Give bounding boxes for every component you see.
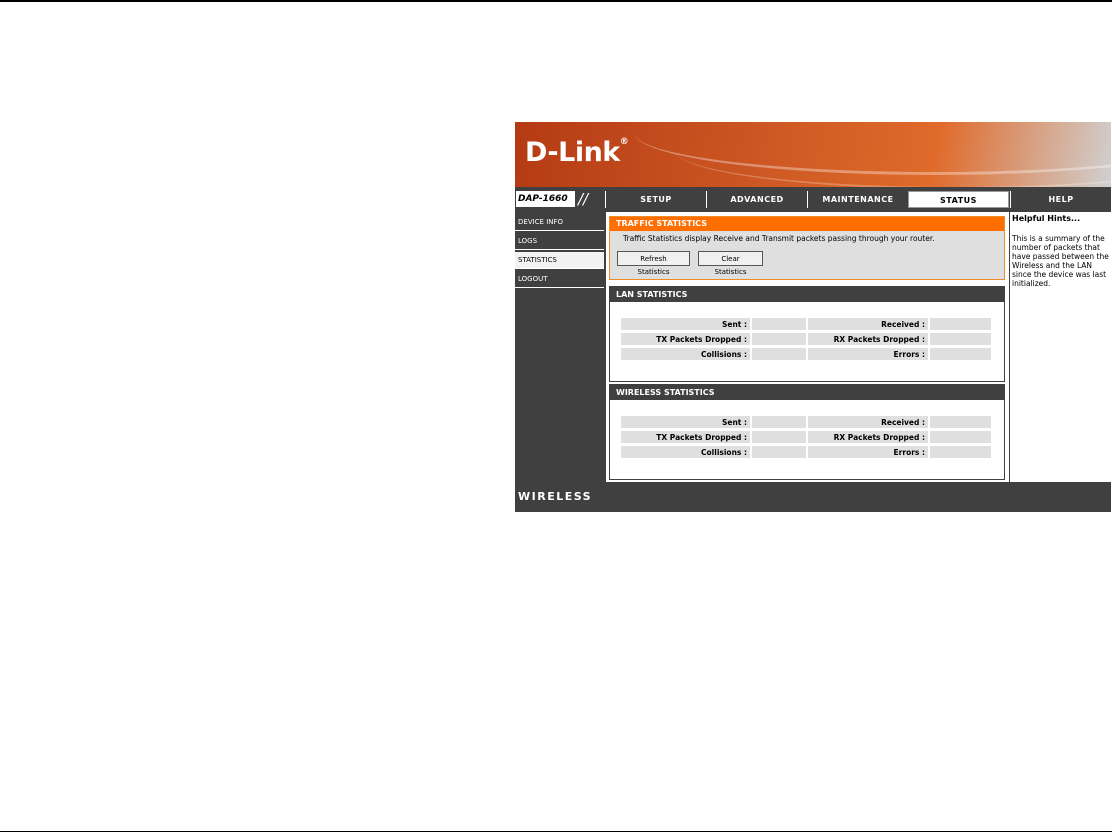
- wireless-statistics-title: WIRELESS STATISTICS: [610, 385, 1004, 400]
- model-name: DAP-1660: [516, 191, 575, 207]
- lan-rx-dropped-value: [929, 332, 992, 346]
- wireless-collisions-label: Collisions :: [620, 445, 751, 459]
- banner-swoosh-2: [675, 122, 1111, 187]
- wireless-sent-label: Sent :: [620, 415, 751, 429]
- traffic-statistics-title: TRAFFIC STATISTICS: [610, 217, 1004, 231]
- lan-collisions-label: Collisions :: [620, 347, 751, 361]
- refresh-statistics-button[interactable]: Refresh Statistics: [617, 251, 690, 276]
- wireless-rx-dropped-value: [929, 430, 992, 444]
- tab-advanced[interactable]: ADVANCED: [706, 191, 807, 208]
- table-row: Sent : Received :: [620, 415, 992, 429]
- wireless-collisions-value: [751, 445, 807, 459]
- logo-text: D-Link: [525, 137, 620, 168]
- wireless-tx-dropped-label: TX Packets Dropped :: [620, 430, 751, 444]
- wireless-errors-value: [929, 445, 992, 459]
- lan-statistics-section: LAN STATISTICS Sent : Received : TX Pack…: [609, 286, 1005, 382]
- registered-mark: ®: [619, 137, 629, 147]
- lan-errors-label: Errors :: [807, 347, 929, 361]
- helpful-hints-panel: Helpful Hints... This is a summary of th…: [1010, 212, 1111, 482]
- wireless-statistics-section: WIRELESS STATISTICS Sent : Received : TX…: [609, 384, 1005, 480]
- sidebar-item-logout[interactable]: LOGOUT: [515, 271, 604, 288]
- sidebar-item-device-info[interactable]: DEVICE INFO: [515, 214, 604, 231]
- lan-statistics-title: LAN STATISTICS: [610, 287, 1004, 302]
- top-navigation: DAP-1660 // SETUP ADVANCED MAINTENANCE S…: [515, 190, 1111, 210]
- helpful-hints-text: This is a summary of the number of packe…: [1012, 234, 1109, 288]
- router-admin-page: D-Link® DAP-1660 // SETUP ADVANCED MAINT…: [515, 122, 1111, 512]
- wireless-sent-value: [751, 415, 807, 429]
- traffic-statistics-description: Traffic Statistics display Receive and T…: [623, 234, 935, 243]
- banner: D-Link®: [515, 122, 1111, 187]
- lan-rx-dropped-label: RX Packets Dropped :: [807, 332, 929, 346]
- lan-collisions-value: [751, 347, 807, 361]
- tab-setup[interactable]: SETUP: [605, 191, 706, 208]
- top-rule: [0, 0, 1112, 2]
- bottom-rule: [0, 831, 1112, 832]
- wireless-errors-label: Errors :: [807, 445, 929, 459]
- tab-help[interactable]: HELP: [1010, 191, 1111, 208]
- dlink-logo: D-Link®: [525, 137, 629, 168]
- sidebar-item-statistics[interactable]: STATISTICS: [515, 252, 604, 269]
- tab-status[interactable]: STATUS: [908, 191, 1009, 208]
- table-row: Collisions : Errors :: [620, 445, 992, 459]
- table-row: TX Packets Dropped : RX Packets Dropped …: [620, 430, 992, 444]
- footer-wireless-brand: WIRELESS: [518, 490, 593, 503]
- model-badge: DAP-1660 //: [516, 190, 603, 208]
- wireless-tx-dropped-value: [751, 430, 807, 444]
- lan-received-label: Received :: [807, 317, 929, 331]
- wireless-received-value: [929, 415, 992, 429]
- tab-maintenance[interactable]: MAINTENANCE: [807, 191, 908, 208]
- traffic-statistics-panel: TRAFFIC STATISTICS Traffic Statistics di…: [609, 216, 1005, 280]
- wireless-rx-dropped-label: RX Packets Dropped :: [807, 430, 929, 444]
- lan-tx-dropped-value: [751, 332, 807, 346]
- main-content: TRAFFIC STATISTICS Traffic Statistics di…: [606, 212, 1009, 482]
- lan-errors-value: [929, 347, 992, 361]
- sidebar-item-logs[interactable]: LOGS: [515, 233, 604, 250]
- wireless-received-label: Received :: [807, 415, 929, 429]
- footer: WIRELESS: [515, 486, 1111, 512]
- sidebar: DEVICE INFO LOGS STATISTICS LOGOUT: [515, 212, 606, 482]
- lan-received-value: [929, 317, 992, 331]
- lan-sent-value: [751, 317, 807, 331]
- table-row: Collisions : Errors :: [620, 347, 992, 361]
- table-row: TX Packets Dropped : RX Packets Dropped …: [620, 332, 992, 346]
- clear-statistics-button[interactable]: Clear Statistics: [698, 251, 763, 276]
- lan-tx-dropped-label: TX Packets Dropped :: [620, 332, 751, 346]
- model-slash-decoration: //: [578, 190, 589, 208]
- helpful-hints-title: Helpful Hints...: [1012, 214, 1081, 223]
- table-row: Sent : Received :: [620, 317, 992, 331]
- lan-sent-label: Sent :: [620, 317, 751, 331]
